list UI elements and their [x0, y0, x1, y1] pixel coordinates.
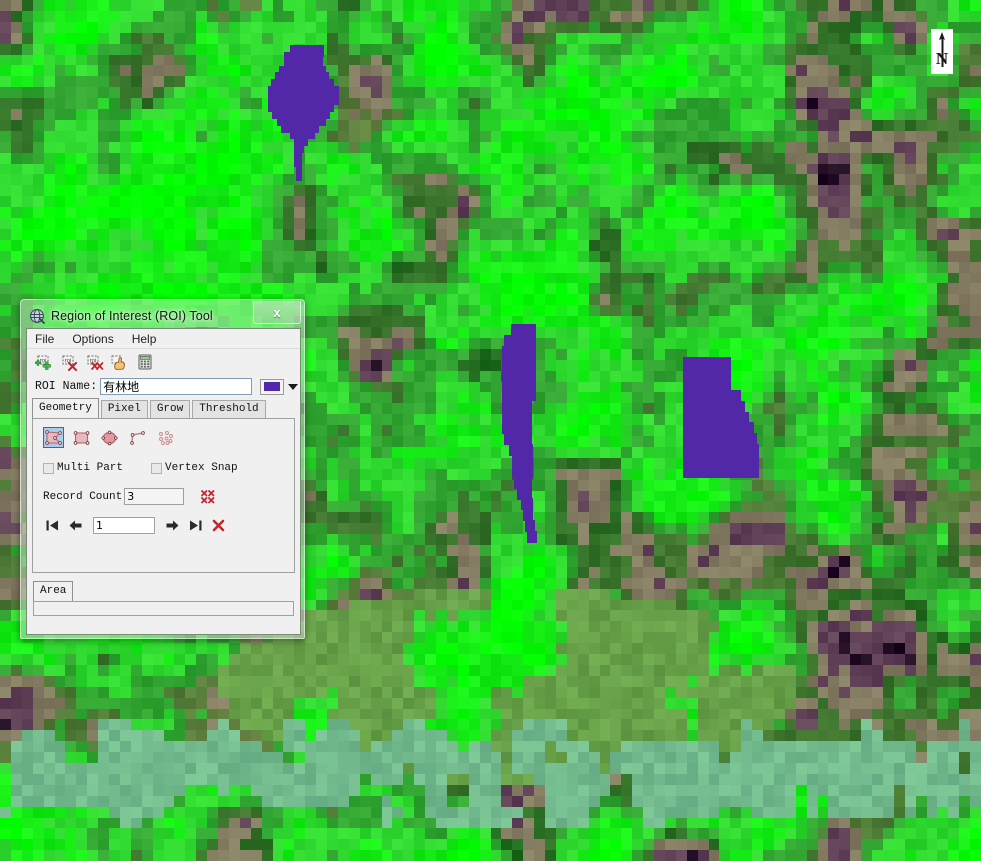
polygon-tool-icon[interactable] — [43, 427, 64, 448]
roi-name-row: ROI Name: — [27, 375, 300, 398]
roi-tool-dialog[interactable]: Region of Interest (ROI) Tool x File Opt… — [20, 299, 305, 639]
hand-pointer-icon[interactable] — [110, 353, 129, 371]
menu-help[interactable]: Help — [132, 332, 157, 346]
menu-bar: File Options Help — [27, 329, 300, 349]
polyline-tool-icon[interactable] — [127, 427, 148, 448]
chevron-down-icon[interactable] — [288, 383, 299, 390]
toolbar: roi roi roi — [27, 349, 300, 375]
roi-name-input[interactable] — [100, 378, 253, 395]
record-navigation-row — [33, 505, 294, 534]
previous-record-button[interactable] — [68, 518, 83, 533]
title-bar[interactable]: Region of Interest (ROI) Tool x — [26, 301, 301, 328]
roi-color-chip — [264, 382, 281, 391]
first-record-button[interactable] — [45, 518, 60, 533]
tab-area[interactable]: Area — [33, 581, 74, 601]
new-roi-icon[interactable]: roi — [34, 353, 54, 371]
last-record-button[interactable] — [188, 518, 203, 533]
tab-pixel[interactable]: Pixel — [100, 400, 148, 418]
dialog-client-area: File Options Help roi roi roi ROI Name: … — [26, 328, 301, 635]
clear-records-icon[interactable] — [200, 489, 216, 505]
ellipse-tool-icon[interactable] — [99, 427, 120, 448]
delete-all-rois-icon[interactable]: roi — [85, 353, 104, 371]
close-button[interactable]: x — [253, 301, 301, 324]
multi-part-label: Multi Part — [57, 462, 124, 474]
roi-globe-icon — [29, 308, 45, 324]
tab-threshold[interactable]: Threshold — [192, 400, 266, 418]
roi-name-label: ROI Name: — [35, 380, 98, 393]
tab-grow[interactable]: Grow — [149, 400, 191, 418]
vertex-snap-checkbox-box[interactable] — [151, 462, 163, 474]
north-arrow-icon: N — [931, 29, 953, 74]
tab-geometry[interactable]: Geometry — [32, 398, 99, 418]
bottom-tab-bar: Area — [27, 581, 300, 601]
menu-options[interactable]: Options — [72, 332, 113, 346]
menu-file[interactable]: File — [35, 332, 54, 346]
geometry-panel: Multi Part Vertex Snap Record Count — [32, 418, 295, 573]
options-row: Multi Part Vertex Snap — [33, 448, 294, 474]
record-count-input[interactable] — [124, 488, 185, 505]
shape-tool-row — [33, 419, 294, 448]
record-index-input[interactable] — [93, 517, 155, 534]
vertex-snap-checkbox[interactable]: Vertex Snap — [151, 462, 238, 474]
tab-bar: Geometry Pixel Grow Threshold — [27, 398, 300, 418]
roi-statistics-icon[interactable] — [135, 353, 154, 371]
record-count-row: Record Count — [33, 474, 294, 505]
record-count-label: Record Count — [43, 490, 123, 503]
delete-record-button[interactable] — [211, 518, 226, 533]
next-record-button[interactable] — [165, 518, 180, 533]
delete-roi-icon[interactable]: roi — [60, 353, 79, 371]
svg-text:N: N — [936, 49, 949, 68]
vertex-snap-label: Vertex Snap — [165, 462, 238, 474]
multi-part-checkbox[interactable]: Multi Part — [43, 462, 123, 474]
roi-color-swatch[interactable] — [260, 378, 285, 395]
points-tool-icon[interactable] — [155, 427, 176, 448]
rectangle-tool-icon[interactable] — [71, 427, 92, 448]
area-panel — [33, 601, 294, 616]
window-title: Region of Interest (ROI) Tool — [51, 309, 213, 323]
multi-part-checkbox-box[interactable] — [43, 462, 54, 474]
